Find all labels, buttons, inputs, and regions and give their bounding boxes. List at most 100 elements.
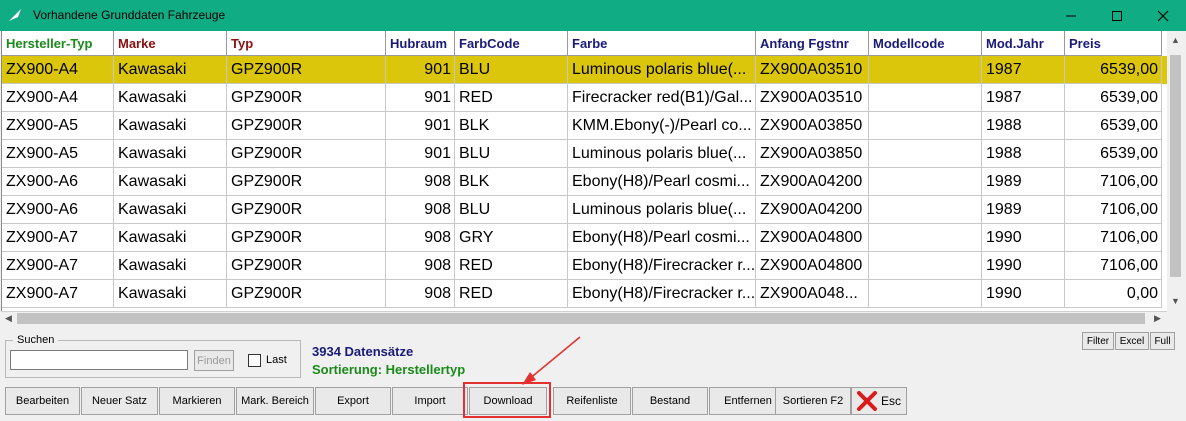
column-header-manufacturer-type[interactable]: Hersteller-Typ xyxy=(2,31,114,56)
tire-list-button[interactable]: Reifenliste xyxy=(553,387,631,415)
cell-color-code: RED xyxy=(455,280,568,308)
record-count: 3934 Datensätze xyxy=(312,344,414,359)
close-icon xyxy=(1157,10,1169,21)
export-button[interactable]: Export xyxy=(315,387,391,415)
table-row[interactable]: ZX900-A7 Kawasaki GPZ900R 908 RED Ebony(H8)/F… xyxy=(2,280,1168,308)
cell-frame-number-start: ZX900A048... xyxy=(756,280,869,308)
cell-price: 7106,00 xyxy=(1065,196,1162,224)
cell-type: GPZ900R xyxy=(227,84,386,112)
cell-model-code xyxy=(869,196,982,224)
table-row[interactable]: ZX900-A7 Kawasaki GPZ900R 908 RED Ebony(H8)/F… xyxy=(2,252,1168,280)
cell-brand: Kawasaki xyxy=(114,140,227,168)
column-header-type[interactable]: Typ xyxy=(227,31,386,56)
minimize-button[interactable] xyxy=(1048,0,1094,31)
inventory-button[interactable]: Bestand xyxy=(632,387,708,415)
cell-model-year: 1990 xyxy=(982,224,1065,252)
cell-model-year: 1990 xyxy=(982,252,1065,280)
cell-color: Ebony(H8)/Firecracker r... xyxy=(568,252,756,280)
cell-frame-number-start: ZX900A04800 xyxy=(756,224,869,252)
mark-range-button[interactable]: Mark. Bereich xyxy=(236,387,314,415)
cell-model-year: 1988 xyxy=(982,112,1065,140)
vertical-scroll-thumb[interactable] xyxy=(1170,55,1181,277)
cell-price: 0,00 xyxy=(1065,280,1162,308)
scroll-right-icon[interactable]: ▶ xyxy=(1150,311,1165,326)
last-checkbox[interactable] xyxy=(248,354,261,367)
column-header-color-code[interactable]: FarbCode xyxy=(455,31,568,56)
download-button[interactable]: Download xyxy=(469,387,547,415)
cell-displacement: 908 xyxy=(386,280,455,308)
cell-frame-number-start: ZX900A04800 xyxy=(756,252,869,280)
title-bar: Vorhandene Grunddaten Fahrzeuge xyxy=(0,0,1186,31)
cell-displacement: 908 xyxy=(386,252,455,280)
app-icon xyxy=(9,9,21,21)
import-button[interactable]: Import xyxy=(392,387,468,415)
column-header-frame-number-start[interactable]: Anfang Fgstnr xyxy=(756,31,869,56)
cell-color: Ebony(H8)/Pearl cosmi... xyxy=(568,224,756,252)
scroll-up-icon[interactable]: ▲ xyxy=(1168,33,1183,48)
cell-model-year: 1989 xyxy=(982,168,1065,196)
cell-displacement: 908 xyxy=(386,224,455,252)
table-row[interactable]: ZX900-A4 Kawasaki GPZ900R 901 BLU Luminous po… xyxy=(2,56,1168,84)
cell-brand: Kawasaki xyxy=(114,224,227,252)
table-row[interactable]: ZX900-A5 Kawasaki GPZ900R 901 BLK KMM.Ebony(-… xyxy=(2,112,1168,140)
sort-f2-button[interactable]: Sortieren F2 xyxy=(775,387,851,415)
cell-brand: Kawasaki xyxy=(114,84,227,112)
cell-model-code xyxy=(869,84,982,112)
cell-frame-number-start: ZX900A03510 xyxy=(756,84,869,112)
close-button[interactable] xyxy=(1140,0,1186,31)
column-header-model-code[interactable]: Modellcode xyxy=(869,31,982,56)
cell-brand: Kawasaki xyxy=(114,252,227,280)
table-row[interactable]: ZX900-A7 Kawasaki GPZ900R 908 GRY Ebony(H8)/P… xyxy=(2,224,1168,252)
find-button[interactable]: Finden xyxy=(194,350,234,371)
column-header-color[interactable]: Farbe xyxy=(568,31,756,56)
column-header-displacement[interactable]: Hubraum xyxy=(386,31,455,56)
cell-type: GPZ900R xyxy=(227,140,386,168)
maximize-button[interactable] xyxy=(1094,0,1140,31)
red-x-icon xyxy=(857,391,877,411)
cell-displacement: 901 xyxy=(386,56,455,84)
cell-brand: Kawasaki xyxy=(114,196,227,224)
cell-displacement: 908 xyxy=(386,168,455,196)
cell-color-code: RED xyxy=(455,84,568,112)
cell-manufacturer-type: ZX900-A4 xyxy=(2,56,114,84)
excel-button[interactable]: Excel xyxy=(1115,332,1149,350)
cell-model-code xyxy=(869,140,982,168)
vehicle-data-grid[interactable]: Hersteller-Typ Marke Typ Hubraum FarbCode Far… xyxy=(1,31,1168,311)
table-row[interactable]: ZX900-A6 Kawasaki GPZ900R 908 BLU Luminous po… xyxy=(2,196,1168,224)
scroll-left-icon[interactable]: ◀ xyxy=(1,311,16,326)
table-row[interactable]: ZX900-A6 Kawasaki GPZ900R 908 BLK Ebony(H8)/P… xyxy=(2,168,1168,196)
cell-type: GPZ900R xyxy=(227,112,386,140)
cell-price: 6539,00 xyxy=(1065,84,1162,112)
cell-manufacturer-type: ZX900-A4 xyxy=(2,84,114,112)
cell-model-code xyxy=(869,224,982,252)
cell-brand: Kawasaki xyxy=(114,280,227,308)
cell-displacement: 908 xyxy=(386,196,455,224)
filter-button[interactable]: Filter xyxy=(1082,332,1114,350)
horizontal-scroll-thumb[interactable] xyxy=(17,313,1145,324)
cell-displacement: 901 xyxy=(386,112,455,140)
cell-model-code xyxy=(869,56,982,84)
search-input[interactable] xyxy=(10,350,188,370)
cell-manufacturer-type: ZX900-A6 xyxy=(2,196,114,224)
column-header-price[interactable]: Preis xyxy=(1065,31,1162,56)
cell-price: 6539,00 xyxy=(1065,56,1162,84)
table-row[interactable]: ZX900-A5 Kawasaki GPZ900R 901 BLU Luminous po… xyxy=(2,140,1168,168)
table-row[interactable]: ZX900-A4 Kawasaki GPZ900R 901 RED Firecracker… xyxy=(2,84,1168,112)
cell-type: GPZ900R xyxy=(227,168,386,196)
cell-color: Ebony(H8)/Pearl cosmi... xyxy=(568,168,756,196)
cell-brand: Kawasaki xyxy=(114,112,227,140)
cell-color: Luminous polaris blue(... xyxy=(568,56,756,84)
cell-price: 6539,00 xyxy=(1065,140,1162,168)
cell-frame-number-start: ZX900A04200 xyxy=(756,168,869,196)
cell-frame-number-start: ZX900A03510 xyxy=(756,56,869,84)
new-record-button[interactable]: Neuer Satz xyxy=(81,387,158,415)
full-button[interactable]: Full xyxy=(1150,332,1175,350)
esc-label: Esc xyxy=(881,394,902,408)
scroll-down-icon[interactable]: ▼ xyxy=(1168,294,1183,309)
esc-button[interactable]: Esc xyxy=(851,387,907,415)
mark-button[interactable]: Markieren xyxy=(159,387,235,415)
column-header-model-year[interactable]: Mod.Jahr xyxy=(982,31,1065,56)
column-header-brand[interactable]: Marke xyxy=(114,31,227,56)
cell-model-code xyxy=(869,280,982,308)
edit-button[interactable]: Bearbeiten xyxy=(5,387,80,415)
